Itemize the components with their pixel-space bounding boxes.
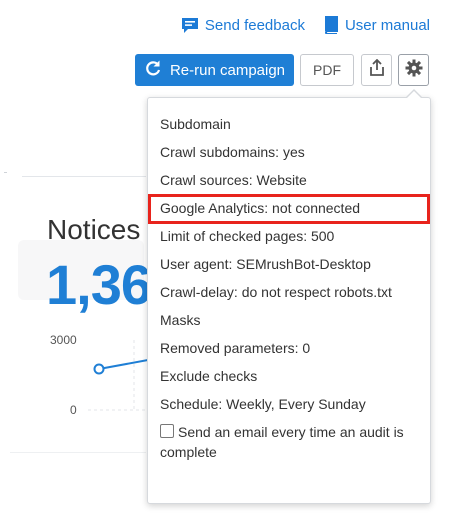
header-links: Send feedback User manual (181, 16, 430, 34)
user-manual-label: User manual (344, 16, 430, 34)
pdf-button[interactable]: PDF (300, 54, 354, 86)
notices-title: Notices (47, 214, 141, 245)
menu-item-crawl-delay[interactable]: Crawl-delay: do not respect robots.txt (160, 284, 392, 300)
menu-item-google-analytics[interactable]: Google Analytics: not connected (160, 200, 360, 216)
book-icon (323, 16, 339, 34)
divider-mark (4, 172, 7, 173)
feedback-icon (181, 17, 199, 34)
email-checkbox[interactable] (160, 424, 174, 438)
rerun-campaign-label: Re-run campaign (169, 61, 286, 79)
menu-item-exclude-checks[interactable]: Exclude checks (160, 368, 257, 384)
user-manual-link[interactable]: User manual (323, 16, 430, 34)
menu-item-page-limit[interactable]: Limit of checked pages: 500 (160, 228, 334, 244)
gear-icon (405, 59, 423, 82)
bottom-divider (10, 452, 146, 453)
notices-count[interactable]: 1,36 (46, 252, 152, 317)
dropdown-caret-fill (406, 91, 422, 99)
email-option[interactable]: Send an email every time an audit is com… (160, 422, 422, 462)
notices-trend-chart (88, 340, 148, 411)
share-button[interactable] (361, 54, 392, 86)
menu-item-user-agent[interactable]: User agent: SEMrushBot-Desktop (160, 256, 371, 272)
menu-item-removed-parameters[interactable]: Removed parameters: 0 (160, 340, 310, 356)
menu-item-subdomain[interactable]: Subdomain (160, 116, 231, 132)
toolbar: Re-run campaign PDF (135, 54, 429, 86)
rerun-campaign-button[interactable]: Re-run campaign (135, 54, 294, 86)
menu-item-masks[interactable]: Masks (160, 312, 200, 328)
chart-point[interactable] (93, 363, 105, 375)
y-axis-min-label: 0 (70, 403, 77, 417)
email-option-label: Send an email every time an audit is com… (160, 424, 404, 460)
share-icon (369, 58, 385, 82)
section-divider (22, 176, 146, 177)
send-feedback-label: Send feedback (204, 16, 305, 34)
menu-item-crawl-sources[interactable]: Crawl sources: Website (160, 172, 307, 188)
menu-item-crawl-subdomains[interactable]: Crawl subdomains: yes (160, 144, 305, 160)
settings-dropdown: Subdomain Crawl subdomains: yes Crawl so… (147, 89, 431, 504)
refresh-icon (144, 59, 162, 81)
send-feedback-link[interactable]: Send feedback (181, 17, 305, 34)
settings-button[interactable] (398, 54, 429, 86)
y-axis-max-label: 3000 (50, 333, 77, 347)
menu-item-schedule[interactable]: Schedule: Weekly, Every Sunday (160, 396, 366, 412)
